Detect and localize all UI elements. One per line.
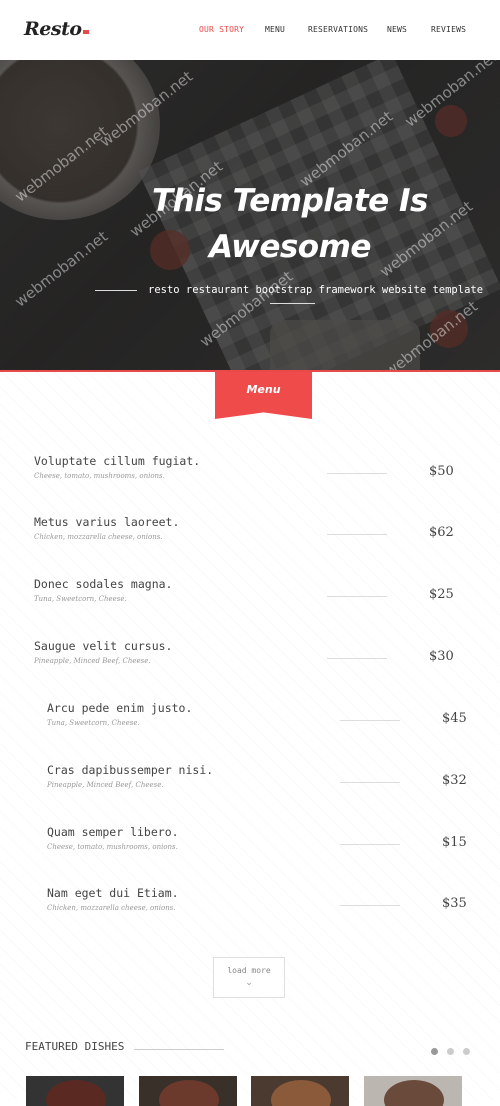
carousel-dot[interactable] xyxy=(447,1048,454,1055)
load-more-button[interactable]: load more ⌄ xyxy=(213,957,285,998)
menu-item-name: Nam eget dui Etiam. xyxy=(47,886,179,900)
menu-item-name: Cras dapibussemper nisi. xyxy=(47,763,214,777)
carousel-dot[interactable] xyxy=(463,1048,470,1055)
menu-item-desc: Pineapple, Minced Beef, Cheese. xyxy=(47,781,164,789)
featured-dish-image[interactable] xyxy=(364,1076,462,1106)
nav-menu[interactable]: MENU xyxy=(265,25,285,34)
menu-item-desc: Cheese, tomato, mushrooms, onions. xyxy=(34,472,165,480)
nav-news[interactable]: NEWS xyxy=(387,25,407,34)
menu-item-price: $25 xyxy=(429,587,454,602)
menu-ribbon: Menu xyxy=(215,372,312,419)
menu-item-name: Voluptate cillum fugiat. xyxy=(34,454,201,468)
menu-item-price: $15 xyxy=(442,835,467,850)
menu-item-name: Saugue velit cursus. xyxy=(34,639,173,653)
nav-our-story[interactable]: OUR STORY xyxy=(199,25,244,34)
menu-item-name: Arcu pede enim justo. xyxy=(47,701,193,715)
menu-item-name: Donec sodales magna. xyxy=(34,577,173,591)
menu-item-name: Quam semper libero. xyxy=(47,825,179,839)
divider xyxy=(95,290,137,291)
menu-item-desc: Chicken, mozzarella cheese, onions. xyxy=(34,533,163,541)
site-header: Resto OUR STORY MENU RESERVATIONS NEWS R… xyxy=(0,0,500,60)
menu-item-price: $50 xyxy=(429,464,454,479)
logo-accent xyxy=(82,30,89,34)
hero-subtitle: resto restaurant bootstrap framework web… xyxy=(148,284,484,296)
menu-ribbon-label: Menu xyxy=(246,383,281,396)
menu-item-desc: Tuna, Sweetcorn, Cheese. xyxy=(47,719,140,727)
menu-item-desc: Pineapple, Minced Beef, Cheese. xyxy=(34,657,151,665)
featured-dish-image[interactable] xyxy=(26,1076,124,1106)
hero-title: This Template Is Awesome xyxy=(152,183,428,265)
logo[interactable]: Resto xyxy=(24,18,89,40)
menu-item-price: $45 xyxy=(442,711,467,726)
menu-item-price: $62 xyxy=(429,525,454,540)
featured-dish-image[interactable] xyxy=(251,1076,349,1106)
chevron-down-icon: ⌄ xyxy=(245,978,253,988)
nav-reservations[interactable]: RESERVATIONS xyxy=(308,25,368,34)
divider xyxy=(270,303,315,304)
featured-dish-image[interactable] xyxy=(139,1076,237,1106)
carousel-dot[interactable] xyxy=(431,1048,438,1055)
menu-item-desc: Chicken, mozzarella cheese, onions. xyxy=(47,904,176,912)
menu-item-name: Metus varius laoreet. xyxy=(34,515,180,529)
hero-banner: webmoban.net webmoban.net webmoban.net w… xyxy=(0,60,500,372)
menu-item-price: $35 xyxy=(442,896,467,911)
nav-reviews[interactable]: REVIEWS xyxy=(431,25,466,34)
load-more-label: load more xyxy=(227,966,271,975)
menu-item-price: $30 xyxy=(429,649,454,664)
featured-dishes-title: FEATURED DISHES xyxy=(25,1040,125,1053)
divider xyxy=(134,1049,224,1050)
menu-item-price: $32 xyxy=(442,773,467,788)
menu-item-desc: Cheese, tomato, mushrooms, onions. xyxy=(47,843,178,851)
menu-item-desc: Tuna, Sweetcorn, Cheese. xyxy=(34,595,127,603)
